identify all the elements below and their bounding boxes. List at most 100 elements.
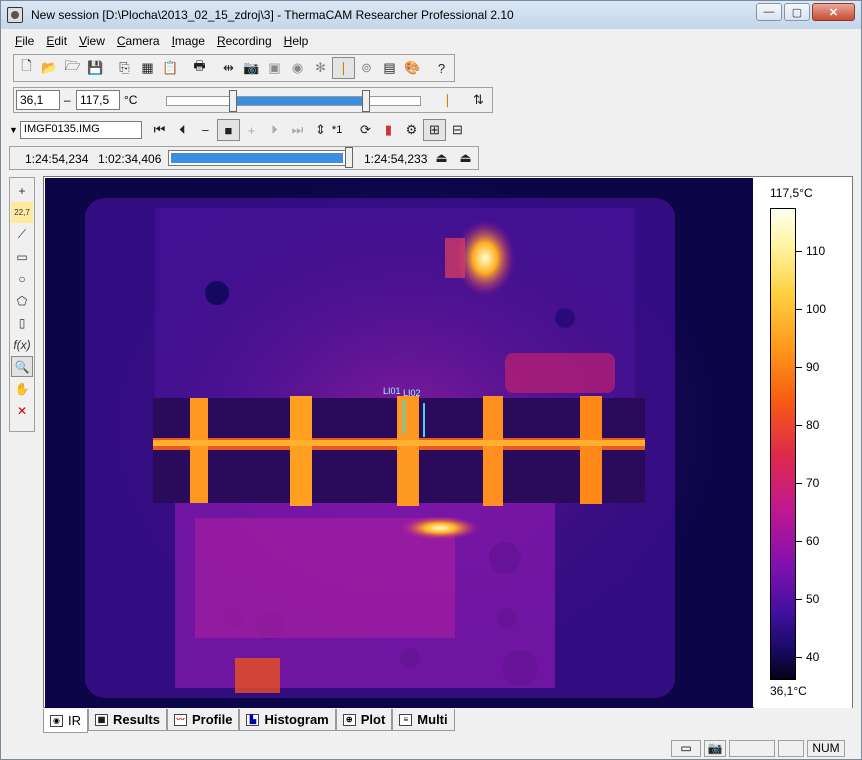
mark-start-icon[interactable]: ⏏ <box>430 147 453 169</box>
scale-tick-label: 90 <box>806 360 820 375</box>
camera-icon[interactable]: 📷 <box>240 57 263 79</box>
focus-icon[interactable]: ⊚ <box>355 57 378 79</box>
filter-icon[interactable]: ⚙ <box>400 119 423 141</box>
maximize-button[interactable]: ▢ <box>784 3 810 21</box>
scale-max-label: 117,5°C <box>770 186 813 200</box>
menu-camera[interactable]: Camera <box>111 34 166 48</box>
tab-results[interactable]: ▦ Results <box>88 709 167 731</box>
save-icon[interactable]: 💾 <box>84 57 107 79</box>
print-icon[interactable]: 🖶 <box>188 57 211 79</box>
scale-tick-label: 70 <box>806 476 820 491</box>
polygon-tool-icon[interactable]: ⬠ <box>11 290 33 311</box>
export-icon[interactable]: ⊟ <box>446 119 469 141</box>
range-high-field[interactable]: 117,5 <box>76 90 120 110</box>
minimize-button[interactable]: — <box>756 3 782 21</box>
results-tab-icon: ▦ <box>95 713 108 726</box>
menu-bar: File Edit View Camera Image Recording He… <box>1 31 861 51</box>
range-toolbar: 36,1 – 117,5 °C ❘ ⇅ <box>13 87 493 113</box>
tab-plot[interactable]: ⊕ Plot <box>335 709 393 731</box>
battery-icon: ▭ <box>671 739 701 757</box>
scale-tick-label: 40 <box>806 650 820 665</box>
menu-recording[interactable]: Recording <box>211 34 278 48</box>
file-dropdown-icon[interactable]: ▼ <box>9 125 18 135</box>
stop-icon[interactable]: ■ <box>216 119 240 141</box>
temperature-icon[interactable]: ▮ <box>377 119 400 141</box>
multi-tab-icon: ≡ <box>399 713 413 726</box>
tab-profile[interactable]: 〰 Profile <box>166 709 240 731</box>
rectangle-tool-icon[interactable]: ▭ <box>11 246 33 267</box>
menu-edit[interactable]: Edit <box>40 34 73 48</box>
thermal-image[interactable]: LI01 LI02 <box>45 178 753 708</box>
line-tool-icon[interactable]: ⟋ <box>11 224 33 245</box>
palette-icon[interactable]: 🎨 <box>401 57 424 79</box>
range-slider-low-thumb[interactable] <box>228 90 237 112</box>
auto-range-icon[interactable]: ❘ <box>436 89 459 111</box>
app-icon[interactable] <box>7 7 23 23</box>
scale-tick-mark <box>796 309 802 311</box>
title-bar: New session [D:\Plocha\2013_02_15_zdroj\… <box>1 1 861 29</box>
close-button[interactable]: ✕ <box>812 3 855 21</box>
plus-icon[interactable]: + <box>240 119 263 141</box>
crosshair-icon[interactable]: + <box>11 180 33 201</box>
tab-multi[interactable]: ≡ Multi <box>392 709 455 731</box>
help-icon[interactable]: ? <box>430 57 453 79</box>
open-image-icon[interactable]: 🗁 <box>61 57 84 79</box>
line-li01-marker[interactable] <box>403 400 405 434</box>
status-pane-empty-1 <box>729 739 775 757</box>
analysis-toolbar: + 22,7 ⟋ ▭ ○ ⬠ ▯ f(x) 🔍 ✋ ✕ <box>9 177 35 432</box>
formula-tool-icon[interactable]: f(x) <box>11 334 33 355</box>
scale-tick-label: 50 <box>806 592 820 607</box>
scale-tick-mark <box>796 251 802 253</box>
isotherm-tool-icon[interactable]: ▯ <box>11 312 33 333</box>
prev-frame-icon[interactable]: ⏴ <box>171 119 194 141</box>
menu-image[interactable]: Image <box>166 34 211 48</box>
line-li02-marker[interactable] <box>423 403 425 437</box>
range-slider-fill <box>234 97 363 105</box>
zoom-tool-icon[interactable]: 🔍 <box>11 356 33 377</box>
scale-min-label: 36,1°C <box>770 684 807 698</box>
recording-progress-thumb[interactable] <box>345 147 353 168</box>
menu-help[interactable]: Help <box>278 34 315 48</box>
next-frame-icon[interactable]: ⏵ <box>263 119 286 141</box>
range-slider-high-thumb[interactable] <box>362 90 371 112</box>
ellipse-tool-icon[interactable]: ○ <box>11 268 33 289</box>
histogram-tab-icon: ▙ <box>246 713 260 726</box>
swap-range-icon[interactable]: ⇅ <box>467 89 490 111</box>
tab-histogram[interactable]: ▙ Histogram <box>239 709 336 731</box>
tab-ir[interactable]: ◉ IR <box>43 709 88 733</box>
settings-icon[interactable]: ▤ <box>378 57 401 79</box>
menu-view[interactable]: View <box>73 34 111 48</box>
pan-tool-icon[interactable]: ✋ <box>11 378 33 399</box>
autoadjust-icon[interactable]: ❘ <box>332 57 355 79</box>
thermal-image-graphic <box>45 178 753 708</box>
mark-end-icon[interactable]: ⏏ <box>454 147 477 169</box>
spot-value-icon[interactable]: 22,7 <box>11 202 33 223</box>
file-name-field[interactable]: IMGF0135.IMG <box>19 121 142 139</box>
copy-icon[interactable]: ⎘ <box>113 57 136 79</box>
line-li02-label: LI02 <box>403 388 421 398</box>
color-icon[interactable]: ◉ <box>286 57 309 79</box>
step-spinner-icon[interactable]: ⇕ <box>309 119 332 141</box>
refresh-icon[interactable]: ⟳ <box>354 119 377 141</box>
plot-tab-icon: ⊕ <box>342 713 356 726</box>
delete-tool-icon[interactable]: ✕ <box>11 400 33 421</box>
open-icon[interactable]: 📂 <box>38 57 61 79</box>
minus-icon[interactable]: − <box>194 119 217 141</box>
temperature-scale: 117,5°C 110 100 90 80 70 60 50 40 36,1°C <box>754 178 852 708</box>
last-frame-icon[interactable]: ⏭ <box>286 119 309 141</box>
snapshot-icon[interactable]: ▣ <box>263 57 286 79</box>
range-dash: – <box>64 93 71 107</box>
range-unit: °C <box>124 93 138 107</box>
new-icon[interactable]: 🗋 <box>15 57 38 79</box>
scale-tick-mark <box>796 367 802 369</box>
line-li01-label: LI01 <box>383 386 401 396</box>
range-low-field[interactable]: 36,1 <box>16 90 60 110</box>
first-frame-icon[interactable]: ⏮ <box>148 119 171 141</box>
copy-image-icon[interactable]: ▦ <box>136 57 159 79</box>
file-toolbar: ▼ IMGF0135.IMG ⏮ ⏴ − ■ + ⏵ ⏭ ⇕ *1 ⟳ ▮ ⚙ … <box>9 118 469 142</box>
tree-icon[interactable]: ⊞ <box>422 119 446 141</box>
fan-icon[interactable]: ✻ <box>309 57 332 79</box>
paste-icon[interactable]: 📋 <box>159 57 182 79</box>
fit-icon[interactable]: ⇹ <box>217 57 240 79</box>
menu-file[interactable]: File <box>9 34 40 48</box>
